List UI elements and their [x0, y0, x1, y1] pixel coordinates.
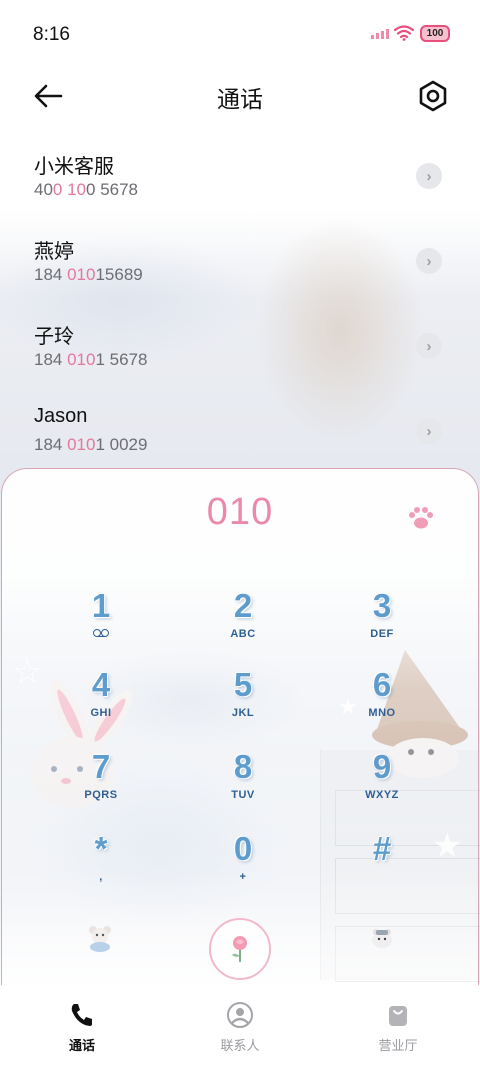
dial-key-4[interactable]: 4 GHI: [41, 666, 161, 738]
chevron-right-icon[interactable]: ›: [416, 418, 442, 444]
tab-contacts[interactable]: 联系人: [190, 1001, 290, 1054]
status-bar: 8:16 100: [0, 0, 480, 66]
rose-icon: [232, 936, 247, 962]
dial-key-1[interactable]: 1: [41, 587, 161, 659]
dial-key-hash[interactable]: #: [322, 830, 442, 902]
tab-calls[interactable]: 通话: [32, 1001, 132, 1054]
dial-key-0[interactable]: 0 +: [183, 830, 303, 902]
voicemail-icon: [93, 629, 109, 638]
dial-key-3[interactable]: 3 DEF: [322, 587, 442, 659]
contact-name: 燕婷: [34, 241, 74, 263]
list-item[interactable]: Jason 184 0101 0029 ›: [0, 393, 480, 478]
phone-icon: [71, 1004, 92, 1026]
person-icon: [227, 1002, 253, 1028]
bottom-nav: 通话 联系人 营业厅: [0, 985, 480, 1067]
status-time: 8:16: [33, 24, 70, 45]
dial-key-5[interactable]: 5 JKL: [183, 666, 303, 738]
dial-key-9[interactable]: 9 WXYZ: [322, 748, 442, 820]
list-item[interactable]: 小米客服 400 100 5678 ›: [0, 138, 480, 223]
contact-number: 184 0101 5678: [34, 350, 148, 369]
chevron-right-icon[interactable]: ›: [416, 163, 442, 189]
gear-icon[interactable]: [414, 77, 452, 115]
call-button[interactable]: [209, 918, 271, 980]
contact-number: 184 01015689: [34, 265, 143, 284]
teddy-bear-icon[interactable]: [86, 924, 114, 952]
contact-name: Jason: [34, 405, 88, 427]
chevron-right-icon[interactable]: ›: [416, 333, 442, 359]
dial-key-2[interactable]: 2 ABC: [183, 587, 303, 659]
dial-key-6[interactable]: 6 MNO: [322, 666, 442, 738]
dial-key-star[interactable]: *,: [41, 830, 161, 902]
dial-key-8[interactable]: 8 TUV: [183, 748, 303, 820]
bag-icon: [389, 1006, 407, 1026]
contact-name: 小米客服: [34, 156, 114, 178]
chevron-right-icon[interactable]: ›: [416, 248, 442, 274]
signal-icon: [371, 29, 389, 39]
battery-icon: 100: [420, 25, 450, 42]
wifi-icon: [394, 25, 414, 41]
hamster-icon[interactable]: [368, 924, 396, 952]
contact-number: 184 0101 0029: [34, 435, 148, 454]
dial-key-7[interactable]: 7 PQRS: [41, 748, 161, 820]
list-item[interactable]: 子玲 184 0101 5678 ›: [0, 308, 480, 393]
contact-number: 400 100 5678: [34, 180, 139, 199]
list-item[interactable]: 燕婷 184 01015689 ›: [0, 223, 480, 308]
page-title: 通话: [217, 86, 263, 112]
paw-icon[interactable]: [406, 505, 436, 531]
contact-match-list: 小米客服 400 100 5678 › 燕婷 184 01015689 › 子玲…: [0, 138, 480, 478]
app-header: 通话: [0, 66, 480, 126]
tab-service-hall[interactable]: 营业厅: [348, 1001, 448, 1054]
contact-name: 子玲: [34, 326, 74, 348]
